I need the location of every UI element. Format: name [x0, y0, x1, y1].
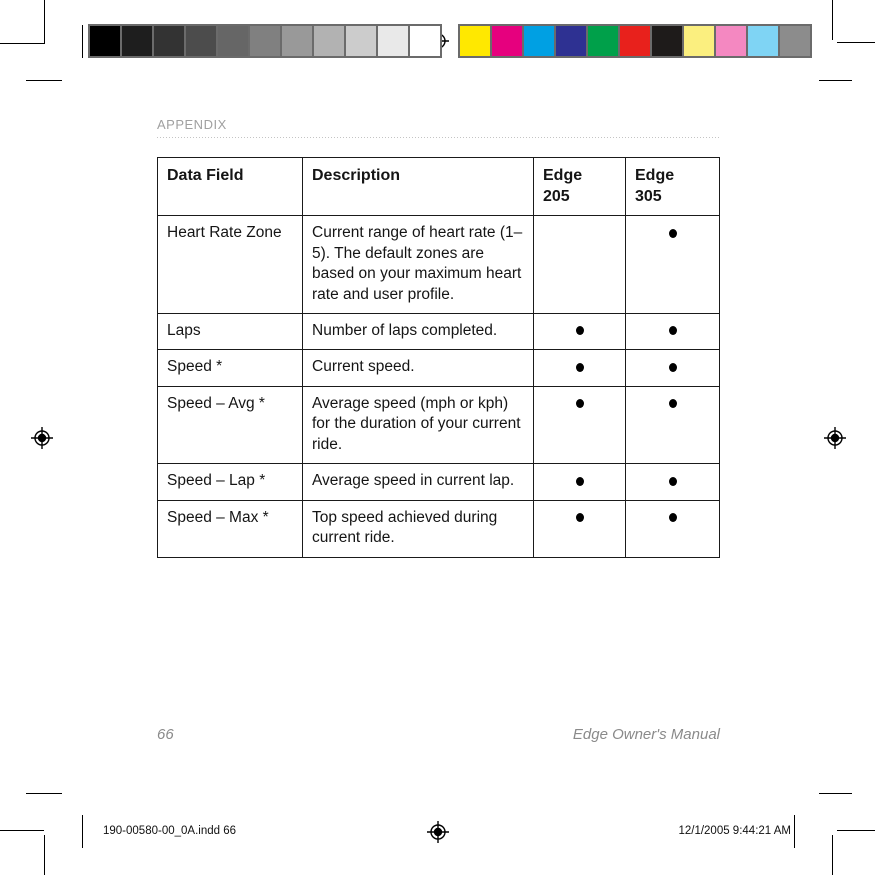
cell-data-field: Speed – Max * [157, 499, 303, 558]
cell-edge-305-support [625, 499, 720, 558]
table-row: Speed – Avg * Average speed (mph or kph) … [157, 385, 720, 465]
column-header-edge-205-line1: Edge [543, 167, 583, 184]
supported-bullet-icon [575, 476, 584, 486]
column-header-description: Description [302, 156, 534, 217]
running-head-rule [157, 137, 720, 138]
table-row: Speed – Lap * Average speed in current la… [157, 463, 720, 501]
cell-data-field: Speed – Avg * [157, 385, 303, 465]
table-row: Speed * Current speed. [157, 349, 720, 387]
cell-edge-305-support [625, 349, 720, 387]
cell-description: Current speed. [302, 349, 534, 387]
cell-description: Top speed achieved during current ride. [302, 499, 534, 558]
column-header-edge-205: Edge 205 [533, 156, 626, 217]
cell-data-field: Speed * [157, 349, 303, 387]
supported-bullet-icon [575, 362, 584, 372]
table-header: Data Field Description Edge 205 Edge 305 [157, 156, 720, 217]
column-header-edge-305-line1: Edge [635, 167, 675, 184]
cell-edge-205-support [533, 385, 626, 465]
cell-edge-205-support [533, 215, 626, 315]
cell-description: Number of laps completed. [302, 313, 534, 351]
supported-bullet-icon [668, 476, 677, 486]
table-row: Laps Number of laps completed. [157, 313, 720, 351]
cell-edge-205-support [533, 349, 626, 387]
supported-bullet-icon [668, 228, 677, 238]
cell-edge-305-support [625, 313, 720, 351]
column-header-edge-305: Edge 305 [625, 156, 720, 217]
supported-bullet-icon [668, 326, 677, 336]
print-slug-filename: 190-00580-00_0A.indd 66 [103, 825, 237, 837]
footer-manual-title: Edge Owner's Manual [572, 726, 720, 743]
cell-edge-205-support [533, 313, 626, 351]
column-header-data-field: Data Field [157, 156, 303, 217]
supported-bullet-icon [575, 399, 584, 409]
column-header-edge-205-line2: 205 [543, 188, 570, 206]
cell-edge-305-support [625, 463, 720, 501]
table-header-row: Data Field Description Edge 205 Edge 305 [157, 156, 720, 217]
supported-bullet-icon [668, 362, 677, 372]
table-row: Heart Rate Zone Current range of heart ra… [157, 215, 720, 315]
cell-data-field: Speed – Lap * [157, 463, 303, 501]
supported-bullet-icon [575, 513, 584, 523]
cell-edge-205-support [533, 499, 626, 558]
page-number: 66 [157, 726, 174, 743]
cell-description: Average speed (mph or kph) for the durat… [302, 385, 534, 465]
table-body: Heart Rate Zone Current range of heart ra… [157, 215, 720, 558]
cell-description: Average speed in current lap. [302, 463, 534, 501]
cell-data-field: Laps [157, 313, 303, 351]
print-slug-timestamp: 12/1/2005 9:44:21 AM [678, 825, 791, 837]
cell-description: Current range of heart rate (1–5). The d… [302, 215, 534, 315]
supported-bullet-icon [575, 326, 584, 336]
table-row: Speed – Max * Top speed achieved during c… [157, 499, 720, 558]
supported-bullet-icon [668, 513, 677, 523]
column-header-edge-305-line2: 305 [635, 188, 662, 206]
manual-page: APPENDIX Data Field Description Edge 205… [0, 0, 875, 875]
data-fields-table: Data Field Description Edge 205 Edge 305… [157, 156, 720, 558]
cell-data-field: Heart Rate Zone [157, 215, 303, 315]
cell-edge-205-support [533, 463, 626, 501]
page-running-head: APPENDIX [157, 117, 227, 132]
supported-bullet-icon [668, 399, 677, 409]
cell-edge-305-support [625, 385, 720, 465]
cell-edge-305-support [625, 215, 720, 315]
